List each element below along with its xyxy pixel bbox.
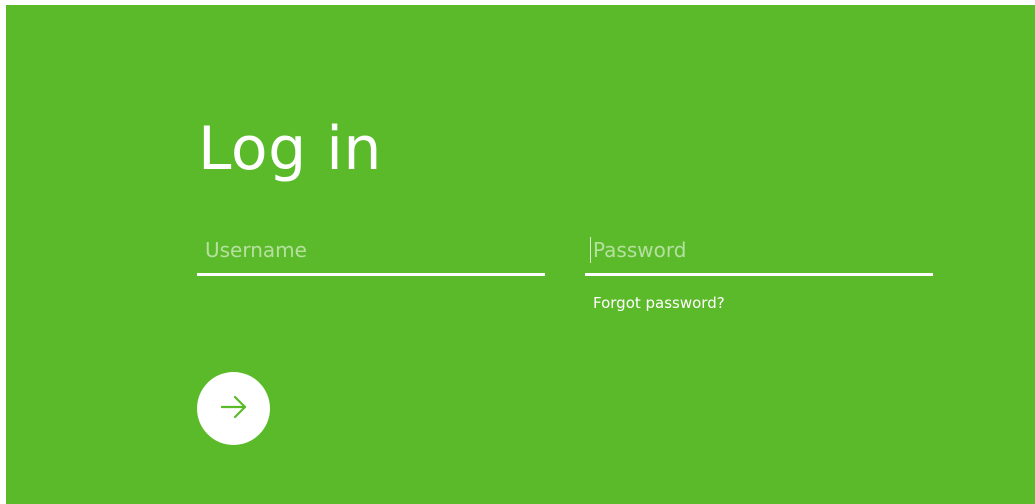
username-input[interactable] [197,227,545,273]
username-field-wrapper [197,227,545,276]
password-field-wrapper [585,227,933,276]
forgot-password-link[interactable]: Forgot password? [593,294,725,312]
login-panel: Log in Forgot password? [6,5,1035,504]
page-title: Log in [198,114,382,184]
password-input[interactable] [585,227,933,273]
arrow-right-icon [217,390,251,427]
submit-button[interactable] [197,372,270,445]
text-caret [590,237,591,263]
